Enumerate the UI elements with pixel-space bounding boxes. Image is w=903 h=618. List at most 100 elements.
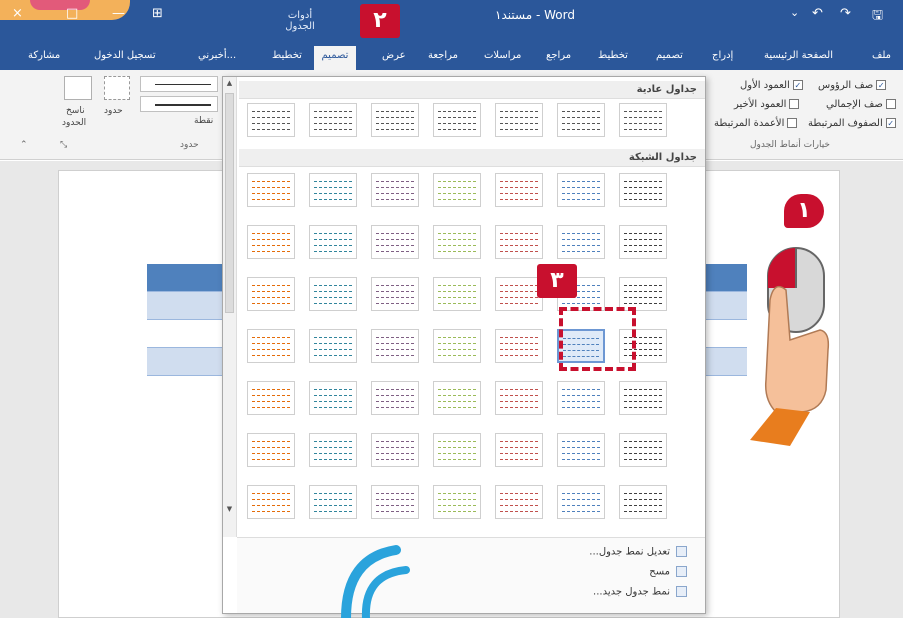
table-style-swatch[interactable] bbox=[557, 485, 605, 519]
minimize-button[interactable]: — bbox=[112, 6, 125, 21]
table-style-swatch[interactable] bbox=[495, 433, 543, 467]
tab-review[interactable]: مراجعة bbox=[428, 50, 458, 61]
table-style-swatch[interactable] bbox=[309, 329, 357, 363]
table-style-swatch[interactable] bbox=[247, 103, 295, 137]
table-style-swatch[interactable] bbox=[557, 225, 605, 259]
table-style-swatch[interactable] bbox=[495, 173, 543, 207]
borders-icon[interactable] bbox=[104, 76, 130, 100]
table-style-swatch[interactable] bbox=[309, 103, 357, 137]
save-icon[interactable]: 🖫 bbox=[872, 6, 883, 28]
checkbox-checked-icon[interactable]: ✓ bbox=[876, 80, 887, 90]
table-style-swatch[interactable] bbox=[433, 381, 481, 415]
table-style-swatch[interactable] bbox=[495, 485, 543, 519]
table-style-swatch[interactable] bbox=[619, 225, 667, 259]
table-style-swatch[interactable] bbox=[247, 433, 295, 467]
checkbox-empty-icon[interactable] bbox=[885, 99, 896, 109]
share-button[interactable]: مشاركة bbox=[28, 50, 60, 61]
table-style-swatch[interactable] bbox=[247, 485, 295, 519]
table-style-swatch[interactable] bbox=[495, 277, 543, 311]
table-style-swatch[interactable] bbox=[619, 381, 667, 415]
customize-qat-icon[interactable]: ⌄ bbox=[790, 6, 799, 19]
table-style-swatch[interactable] bbox=[371, 433, 419, 467]
table-style-swatch[interactable] bbox=[433, 433, 481, 467]
table-style-swatch[interactable] bbox=[309, 485, 357, 519]
option-total-row[interactable]: صف الإجمالي bbox=[826, 99, 896, 110]
table-style-swatch[interactable] bbox=[557, 381, 605, 415]
table-style-swatch[interactable] bbox=[433, 225, 481, 259]
table-style-swatch[interactable] bbox=[247, 225, 295, 259]
table-style-swatch[interactable] bbox=[433, 277, 481, 311]
table-style-swatch[interactable] bbox=[495, 225, 543, 259]
tab-design[interactable]: تصميم bbox=[656, 50, 683, 61]
table-style-swatch[interactable] bbox=[371, 329, 419, 363]
border-painter-label-2[interactable]: الحدود bbox=[62, 118, 86, 128]
table-style-swatch[interactable] bbox=[433, 329, 481, 363]
tab-references[interactable]: مراجع bbox=[546, 50, 571, 61]
table-style-swatch[interactable] bbox=[619, 277, 667, 311]
modify-table-style-item[interactable]: تعديل نمط جدول... bbox=[589, 546, 687, 558]
tell-me-box[interactable]: أخبرني... bbox=[198, 50, 236, 61]
option-first-column[interactable]: ✓العمود الأول bbox=[740, 80, 803, 91]
table-style-swatch[interactable] bbox=[247, 329, 295, 363]
scrollbar-thumb[interactable] bbox=[225, 93, 234, 313]
redo-icon[interactable]: ↷ bbox=[840, 6, 851, 21]
table-style-swatch[interactable] bbox=[495, 329, 543, 363]
line-style-dropdown[interactable] bbox=[140, 76, 218, 92]
ribbon-display-options-icon[interactable]: ⊞ bbox=[152, 6, 163, 21]
table-style-swatch[interactable] bbox=[309, 277, 357, 311]
close-button[interactable]: × bbox=[12, 6, 23, 21]
dialog-launcher-icon[interactable]: ⤡ bbox=[60, 140, 67, 150]
line-weight-dropdown[interactable] bbox=[140, 96, 218, 112]
table-style-swatch[interactable] bbox=[371, 277, 419, 311]
table-style-swatch[interactable] bbox=[619, 485, 667, 519]
clear-style-item[interactable]: مسح bbox=[649, 566, 687, 578]
option-last-column[interactable]: العمود الأخير bbox=[734, 99, 800, 110]
tab-file[interactable]: ملف bbox=[872, 50, 891, 61]
table-style-swatch[interactable] bbox=[433, 103, 481, 137]
table-style-swatch[interactable] bbox=[433, 485, 481, 519]
sign-in-link[interactable]: تسجيل الدخول bbox=[94, 50, 156, 61]
table-style-swatch[interactable] bbox=[247, 381, 295, 415]
tab-table-design[interactable]: تصميم bbox=[314, 46, 356, 70]
collapse-ribbon-icon[interactable]: ⌃ bbox=[20, 140, 28, 150]
table-style-swatch[interactable] bbox=[309, 173, 357, 207]
tab-table-layout[interactable]: تخطيط bbox=[272, 50, 302, 61]
checkbox-checked-icon[interactable]: ✓ bbox=[885, 118, 896, 128]
table-style-swatch[interactable] bbox=[247, 173, 295, 207]
new-table-style-item[interactable]: نمط جدول جديد... bbox=[593, 586, 687, 598]
tab-insert[interactable]: إدراج bbox=[712, 50, 733, 61]
table-style-swatch[interactable] bbox=[619, 173, 667, 207]
table-style-swatch[interactable] bbox=[371, 103, 419, 137]
scroll-down-icon[interactable]: ▼ bbox=[225, 505, 234, 514]
restore-button[interactable]: □ bbox=[66, 6, 78, 21]
tab-home[interactable]: الصفحة الرئيسية bbox=[764, 50, 833, 61]
border-painter-icon[interactable] bbox=[64, 76, 92, 100]
table-style-swatch[interactable] bbox=[619, 433, 667, 467]
table-style-swatch[interactable] bbox=[309, 225, 357, 259]
borders-button[interactable]: حدود bbox=[104, 106, 123, 116]
scroll-up-icon[interactable]: ▲ bbox=[225, 79, 234, 88]
table-style-swatch[interactable] bbox=[309, 433, 357, 467]
checkbox-empty-icon[interactable] bbox=[787, 118, 798, 128]
table-style-swatch[interactable] bbox=[309, 381, 357, 415]
checkbox-empty-icon[interactable] bbox=[789, 99, 800, 109]
tab-layout[interactable]: تخطيط bbox=[598, 50, 628, 61]
table-style-swatch[interactable] bbox=[371, 381, 419, 415]
table-style-swatch[interactable] bbox=[557, 173, 605, 207]
table-style-swatch[interactable] bbox=[247, 277, 295, 311]
undo-icon[interactable]: ↶ bbox=[812, 6, 823, 21]
table-style-swatch[interactable] bbox=[495, 381, 543, 415]
option-header-row[interactable]: ✓صف الرؤوس bbox=[818, 80, 887, 91]
option-banded-rows[interactable]: ✓الصفوف المرتبطة bbox=[808, 118, 896, 129]
table-style-swatch[interactable] bbox=[371, 173, 419, 207]
option-banded-columns[interactable]: الأعمدة المرتبطة bbox=[714, 118, 798, 129]
tab-mailings[interactable]: مراسلات bbox=[484, 50, 521, 61]
border-painter-label-1[interactable]: ناسخ bbox=[66, 106, 85, 116]
table-style-swatch[interactable] bbox=[371, 485, 419, 519]
gallery-scrollbar[interactable]: ▲ ▼ bbox=[223, 77, 237, 537]
table-style-swatch[interactable] bbox=[371, 225, 419, 259]
tab-view[interactable]: عرض bbox=[382, 50, 406, 61]
table-style-swatch[interactable] bbox=[619, 103, 667, 137]
checkbox-checked-icon[interactable]: ✓ bbox=[792, 80, 803, 90]
table-style-swatch[interactable] bbox=[557, 433, 605, 467]
